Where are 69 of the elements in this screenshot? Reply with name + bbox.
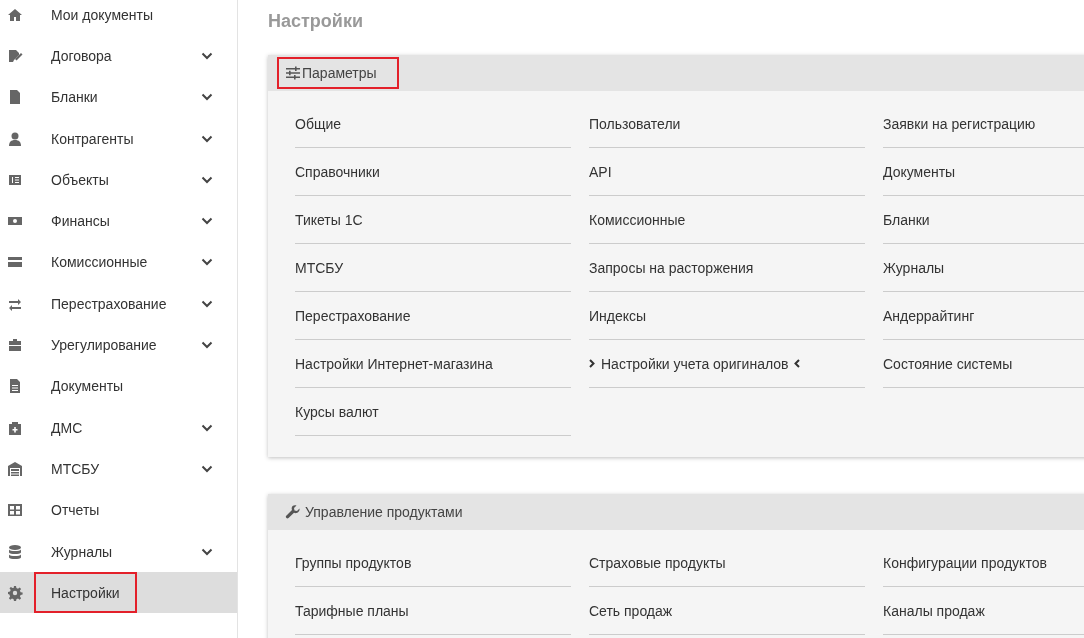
sidebar-item[interactable]: Финансы	[0, 200, 237, 242]
settings-link[interactable]: Тарифные планы	[295, 587, 571, 635]
settings-link[interactable]: Конфигурации продуктов	[883, 539, 1084, 587]
settings-link[interactable]: Сеть продаж	[589, 587, 865, 635]
sidebar-item[interactable]: Настройки	[0, 572, 237, 614]
settings-link[interactable]: Документы	[883, 148, 1084, 196]
settings-icon	[7, 584, 23, 601]
sidebar-item[interactable]: Документы	[0, 365, 237, 407]
settings-link[interactable]: Справочники	[295, 148, 571, 196]
settings-link[interactable]: Страховые продукты	[589, 539, 865, 587]
sidebar-item[interactable]: Объекты	[0, 159, 237, 201]
card-title: Параметры	[277, 57, 399, 89]
chevron-down-icon	[201, 134, 213, 143]
sidebar-item[interactable]: Комиссионные	[0, 241, 237, 284]
document-icon	[7, 378, 23, 395]
wrench-icon	[285, 504, 301, 520]
settings-link[interactable]: API	[589, 148, 865, 196]
home-icon	[7, 6, 23, 23]
settings-link[interactable]: Тикеты 1С	[295, 196, 571, 244]
settings-link[interactable]: Общие	[295, 100, 571, 148]
chevron-down-icon	[201, 51, 213, 60]
sliders-icon	[285, 65, 301, 81]
warehouse-icon	[7, 460, 23, 477]
settings-link[interactable]: Журналы	[883, 244, 1084, 292]
sidebar-item[interactable]: МТСБУ	[0, 448, 237, 490]
settings-link[interactable]: Настройки учета оригиналов	[589, 340, 865, 388]
sidebar-item[interactable]: Журналы	[0, 530, 237, 573]
settings-link[interactable]: Группы продуктов	[295, 539, 571, 587]
settings-link[interactable]: Перестрахование	[295, 292, 571, 340]
briefcase-icon	[7, 337, 23, 353]
settings-link[interactable]: Состояние системы	[883, 340, 1084, 388]
database-icon	[7, 543, 23, 560]
signature-icon	[7, 47, 23, 64]
sidebar-item[interactable]: Бланки	[0, 76, 237, 118]
chevron-down-icon	[201, 341, 213, 349]
settings-link[interactable]: Запросы на расторжения	[589, 244, 865, 292]
chevron-down-icon	[201, 423, 213, 432]
table-icon	[7, 502, 23, 519]
settings-link[interactable]: МТСБУ	[295, 244, 571, 292]
file-icon	[7, 89, 23, 106]
settings-link[interactable]: Индексы	[589, 292, 865, 340]
chevron-down-icon	[201, 299, 213, 308]
chevron-down-icon	[201, 175, 213, 184]
settings-link[interactable]: Каналы продаж	[883, 587, 1084, 635]
settings-link[interactable]: Настройки Интернет-магазина	[295, 340, 571, 388]
settings-link[interactable]: Бланки	[883, 196, 1084, 244]
chevron-down-icon	[201, 217, 213, 226]
sidebar-item[interactable]: Урегулирование	[0, 324, 237, 366]
settings-link[interactable]: Заявки на регистрацию	[883, 100, 1084, 148]
sidebar-item[interactable]: ДМС	[0, 406, 237, 449]
settings-link[interactable]: Андеррайтинг	[883, 292, 1084, 340]
page-title: Настройки	[268, 10, 364, 33]
chevron-down-icon	[201, 464, 213, 473]
medkit-icon	[7, 419, 23, 436]
sidebar-item[interactable]: Мои документы	[0, 0, 237, 36]
chevron-down-icon	[201, 258, 213, 267]
chevron-left-icon	[794, 359, 801, 368]
sidebar-item[interactable]: Контрагенты	[0, 117, 237, 160]
chevron-down-icon	[201, 93, 213, 102]
card-title: Управление продуктами	[277, 496, 485, 528]
sidebar-item[interactable]: Отчеты	[0, 489, 237, 531]
settings-link[interactable]: Пользователи	[589, 100, 865, 148]
settings-link[interactable]: Курсы валют	[295, 388, 571, 436]
sidebar-item[interactable]: Перестрахование	[0, 283, 237, 325]
user-icon	[7, 130, 23, 147]
settings-link[interactable]: Комиссионные	[589, 196, 865, 244]
chevron-right-icon	[589, 359, 595, 368]
chevron-down-icon	[201, 547, 213, 556]
sidebar-item[interactable]: Договора	[0, 35, 237, 77]
